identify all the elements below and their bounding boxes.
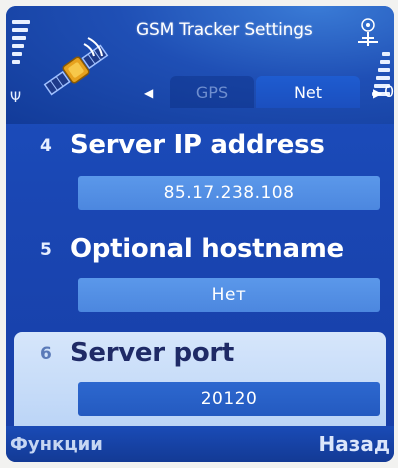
setting-label: Optional hostname: [70, 234, 344, 264]
phone-screen: Ψ GSM Tracker Settings ◀ GPS Net ▶ 0 4 S…: [6, 6, 394, 462]
header: Ψ GSM Tracker Settings ◀ GPS Net ▶ 0: [6, 6, 394, 124]
setting-label: Server port: [70, 338, 235, 368]
setting-label: Server IP address: [70, 130, 325, 160]
options-softkey[interactable]: Функции: [10, 434, 103, 455]
setting-server-port[interactable]: 6 Server port 20120: [14, 332, 386, 436]
satellite-icon: [43, 37, 109, 96]
back-softkey[interactable]: Назад: [318, 432, 390, 456]
tab-gps[interactable]: GPS: [170, 76, 254, 108]
signal-strength-icon: [12, 20, 36, 80]
setting-value-field[interactable]: 20120: [78, 382, 380, 416]
connection-status-icon: [358, 18, 378, 46]
tab-bar: GPS Net: [164, 76, 362, 108]
app-title: GSM Tracker Settings: [136, 20, 313, 40]
settings-list: 4 Server IP address 85.17.238.108 5 Opti…: [6, 124, 394, 436]
tab-left-arrow-icon[interactable]: ◀: [144, 86, 153, 100]
softkey-bar: Функции Назад: [6, 426, 394, 462]
setting-number: 5: [40, 240, 52, 260]
antenna-icon: Ψ: [10, 90, 22, 106]
setting-number: 4: [40, 136, 52, 156]
setting-value-field[interactable]: 85.17.238.108: [78, 176, 380, 210]
setting-value-field[interactable]: Нет: [78, 278, 380, 312]
tab-right-arrow-icon[interactable]: ▶: [373, 86, 382, 100]
tab-net[interactable]: Net: [256, 76, 360, 108]
tab-next-partial: 0: [384, 82, 394, 101]
setting-number: 6: [40, 344, 52, 364]
setting-optional-hostname[interactable]: 5 Optional hostname Нет: [6, 228, 394, 332]
setting-server-ip[interactable]: 4 Server IP address 85.17.238.108: [6, 124, 394, 228]
